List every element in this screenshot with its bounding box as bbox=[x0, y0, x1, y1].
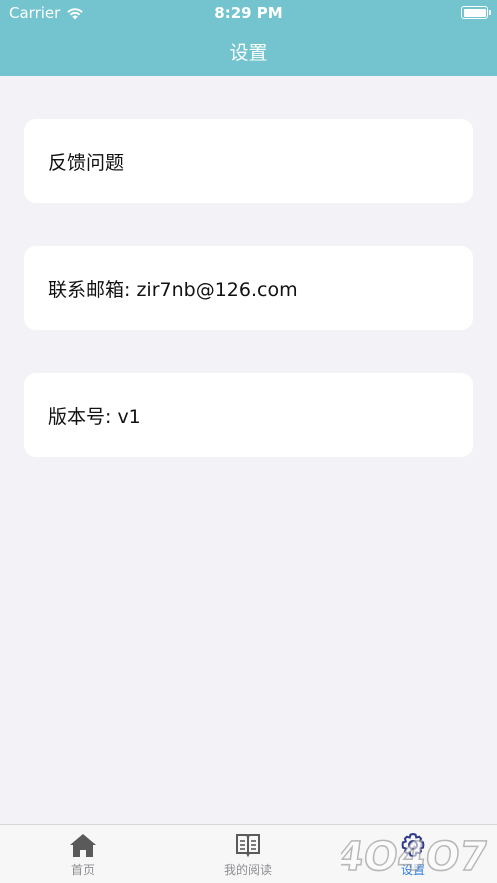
site-watermark: 4O4O7 bbox=[341, 833, 491, 880]
battery-icon bbox=[461, 6, 491, 19]
contact-email-item[interactable]: 联系邮箱: zir7nb@126.com bbox=[24, 246, 473, 330]
book-icon bbox=[236, 834, 260, 858]
home-icon bbox=[70, 834, 96, 857]
tab-home[interactable]: 首页 bbox=[23, 832, 143, 878]
battery-level bbox=[463, 8, 486, 17]
watermark-text: 4O4O7 bbox=[341, 834, 491, 880]
navigation-header: Carrier 8:29 PM 设置 bbox=[0, 0, 497, 76]
version-item[interactable]: 版本号: v1 bbox=[24, 373, 473, 457]
status-time: 8:29 PM bbox=[214, 4, 283, 22]
feedback-item[interactable]: 反馈问题 bbox=[24, 119, 473, 203]
contact-email-label: 联系邮箱: zir7nb@126.com bbox=[48, 278, 298, 301]
tab-my-reading-label: 我的阅读 bbox=[223, 863, 272, 877]
tab-home-label: 首页 bbox=[70, 863, 95, 877]
version-label: 版本号: v1 bbox=[48, 405, 141, 428]
feedback-label: 反馈问题 bbox=[48, 151, 125, 174]
tab-my-reading[interactable]: 我的阅读 bbox=[188, 832, 308, 878]
page-title: 设置 bbox=[229, 42, 268, 64]
status-bar: Carrier 8:29 PM bbox=[0, 0, 497, 26]
